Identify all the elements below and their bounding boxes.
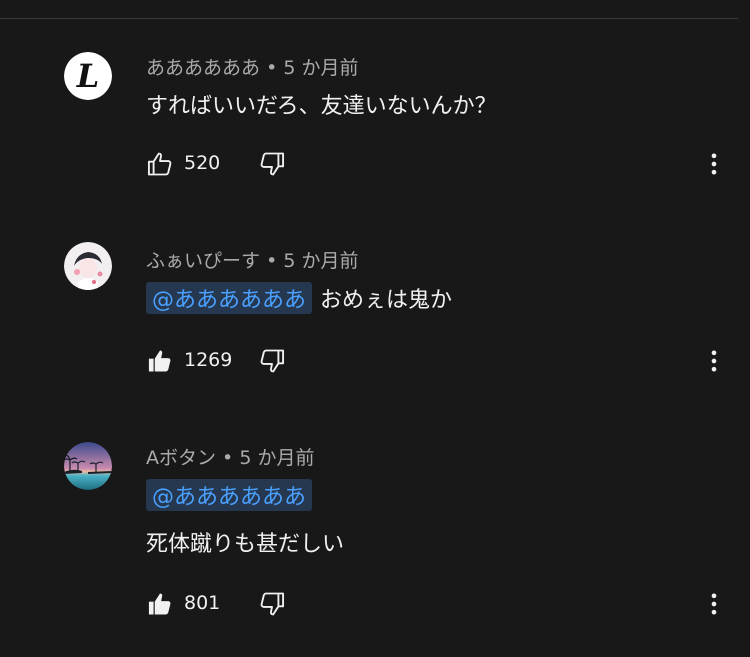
comment-text: 死体蹴りも甚だしい bbox=[146, 526, 344, 558]
more-vertical-icon[interactable] bbox=[700, 150, 728, 178]
avatar[interactable] bbox=[64, 442, 112, 490]
timestamp[interactable]: 5 か月前 bbox=[283, 250, 358, 272]
logo-letter: L bbox=[76, 57, 100, 95]
like-count: 1269 bbox=[184, 349, 233, 371]
comment-mention-line: @ああああああ bbox=[146, 479, 320, 511]
avatar[interactable] bbox=[64, 242, 112, 290]
author-name[interactable]: ああああああ bbox=[146, 57, 260, 79]
timestamp[interactable]: 5 か月前 bbox=[283, 57, 358, 79]
comment-text: すればいいだろ、友達いないんか？ bbox=[146, 88, 497, 120]
author-name[interactable]: ふぁいぴーす bbox=[146, 250, 260, 272]
separator: • bbox=[266, 250, 278, 272]
timestamp[interactable]: 5 か月前 bbox=[239, 447, 314, 469]
comment-text: @ああああああ おめぇは鬼か bbox=[146, 282, 452, 314]
author-name[interactable]: Aボタン bbox=[146, 447, 216, 469]
avatar[interactable]: L bbox=[64, 52, 112, 100]
comment-body: 死体蹴りも甚だしい bbox=[146, 532, 345, 557]
more-vertical-icon[interactable] bbox=[700, 347, 728, 375]
comment-meta: ふぁいぴーす • 5 か月前 bbox=[146, 246, 358, 273]
thumbs-up-icon[interactable] bbox=[146, 150, 174, 178]
more-vertical-icon[interactable] bbox=[700, 590, 728, 618]
comment-body: すればいいだろ、友達いないんか？ bbox=[146, 94, 497, 119]
thumbs-up-icon[interactable] bbox=[146, 347, 174, 375]
mention-link[interactable]: @ああああああ bbox=[146, 282, 313, 314]
comment-body: おめぇは鬼か bbox=[320, 288, 453, 313]
thumbs-down-icon[interactable] bbox=[258, 150, 286, 178]
thumbs-down-icon[interactable] bbox=[258, 590, 286, 618]
like-count: 801 bbox=[184, 592, 221, 614]
comment-meta: Aボタン • 5 か月前 bbox=[146, 443, 314, 470]
thumbs-down-icon[interactable] bbox=[258, 347, 286, 375]
divider bbox=[0, 18, 738, 19]
separator: • bbox=[222, 447, 234, 469]
mention-link[interactable]: @ああああああ bbox=[146, 479, 313, 511]
separator: • bbox=[266, 57, 278, 79]
like-count: 520 bbox=[184, 152, 221, 174]
thumbs-up-icon[interactable] bbox=[146, 590, 174, 618]
comment-meta: ああああああ • 5 か月前 bbox=[146, 53, 358, 80]
